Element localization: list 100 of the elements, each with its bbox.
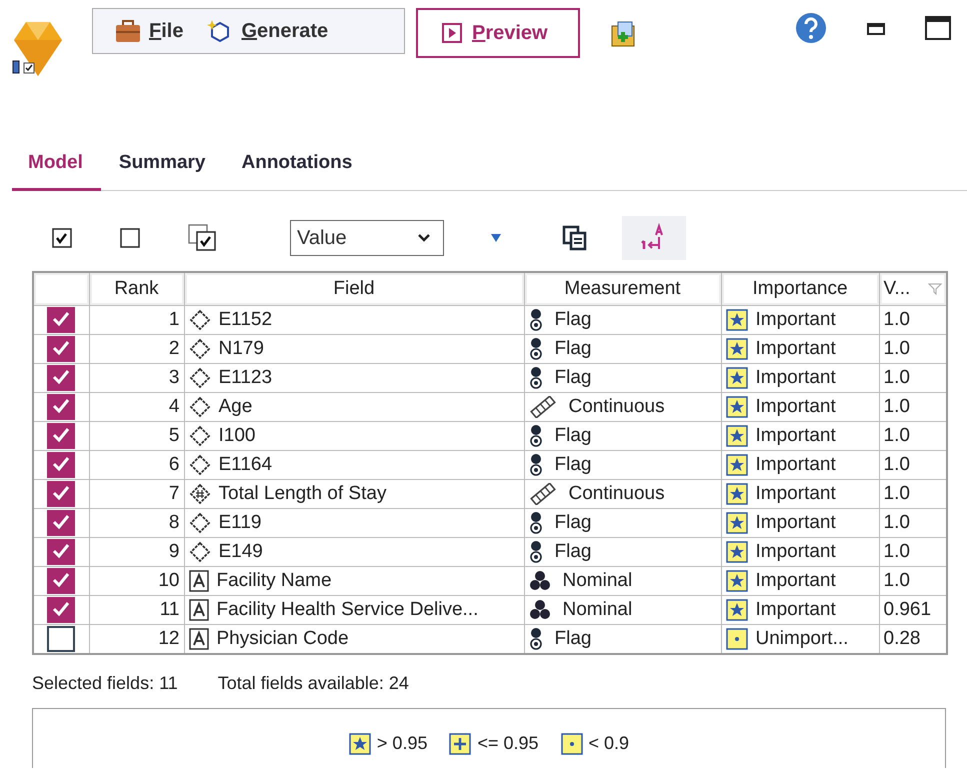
three-circles-icon [528,599,550,621]
rank-cell: 1 [89,306,184,334]
legend-label: < 0.9 [588,733,630,754]
rank-cell: 5 [89,422,184,450]
rank-cell: 11 [89,596,184,624]
row-checkbox[interactable] [47,568,76,594]
check-icon [51,426,72,444]
importance-label: Important [756,338,836,360]
row-checkbox[interactable] [47,423,76,449]
tab[interactable]: Model [12,152,101,191]
row-checkbox[interactable] [47,365,76,391]
measurement-label: Flag [554,628,592,650]
importance-label: Important [756,599,836,621]
sort-select[interactable]: Value [290,220,444,256]
column-header[interactable]: Importance [721,272,879,306]
flag-measure-icon [528,308,542,332]
row-checkbox[interactable] [47,597,76,623]
column-header[interactable]: Field [184,272,524,306]
plus-icon [449,732,472,754]
flag-measure-icon [528,337,542,361]
diamond-icon [188,512,210,534]
tab[interactable]: Annotations [224,152,370,191]
diamond-icon [188,309,210,331]
importance-label: Important [756,367,836,389]
row-checkbox[interactable] [47,539,76,565]
row-checkbox[interactable] [47,394,76,420]
rank-cell: 6 [89,450,184,480]
row-checkbox[interactable] [47,626,76,652]
measurement-label: Flag [554,541,592,563]
hash-diamond-icon [188,483,210,505]
field-name: Age [218,396,252,418]
flag-measure-icon [528,453,542,477]
help-icon[interactable] [795,12,827,44]
importance-label: Important [756,483,836,505]
importance-label: Important [756,309,836,331]
minimize-icon[interactable] [867,21,885,35]
check-icon [51,454,72,472]
tab[interactable]: Summary [100,152,224,191]
check-all-icon[interactable] [52,228,72,248]
flag-measure-icon [528,627,542,651]
letter-a-icon [188,599,208,621]
rank-cell: 7 [89,480,184,508]
letter-a-icon [188,570,208,592]
rank-cell: 9 [89,538,184,566]
field-name: I100 [218,425,256,447]
measurement-label: Nominal [562,599,632,621]
measurement-label: Flag [554,425,592,447]
copy-icon[interactable] [562,225,588,251]
filter-icon [928,283,942,295]
measurement-label: Flag [554,512,592,534]
row-checkbox[interactable] [47,481,76,507]
measurement-label: Flag [554,454,592,476]
check-icon [51,600,72,618]
letter-a-icon [188,628,208,650]
generate-button[interactable]: Generate [201,19,342,43]
column-header[interactable]: Measurement [524,272,721,306]
column-header[interactable]: V... [879,272,947,306]
importance-label: Important [756,541,836,563]
rank-cell: 4 [89,392,184,422]
row-checkbox[interactable] [47,307,76,333]
rank-cell: 3 [89,364,184,392]
field-name: E1152 [218,309,272,331]
importance-label: Important [756,512,836,534]
measurement-label: Nominal [562,570,632,592]
row-checkbox[interactable] [47,336,76,362]
measurement-label: Continuous [568,483,665,505]
importance-label: Important [756,396,836,418]
row-checkbox[interactable] [47,452,76,478]
selected-count: Selected fields: 11 [32,673,178,694]
file-button[interactable]: File [109,19,198,43]
measurement-label: Flag [554,367,592,389]
diamond-icon [188,454,210,476]
check-icon [51,512,72,530]
briefcase-icon [115,19,141,43]
rank-cell: 10 [89,566,184,596]
field-name: N179 [218,338,264,360]
field-name: Facility Name [216,570,332,592]
importance-label: Unimport... [756,628,848,650]
legend-label: <= 0.95 [477,733,539,754]
row-checkbox[interactable] [47,510,76,536]
check-icon [51,484,72,502]
uncheck-all-icon[interactable] [120,228,140,248]
preview-button[interactable]: Preview [416,8,580,58]
check-icon [51,570,72,588]
maximize-icon[interactable] [925,16,951,40]
flag-measure-icon [528,424,542,448]
filter-icon[interactable] [490,232,502,244]
sort-order-button[interactable] [622,216,686,260]
column-header[interactable]: Rank [89,272,184,306]
measurement-label: Continuous [568,396,665,418]
check-selected-icon[interactable] [188,224,218,252]
measurement-label: Flag [554,309,592,331]
importance-label: Important [756,425,836,447]
caret-icon [417,233,431,243]
legend-label: > 0.95 [376,733,428,754]
check-icon [51,310,72,328]
field-name: E119 [218,512,262,534]
field-name: E149 [218,541,263,563]
rank-cell: 2 [89,334,184,364]
flag-measure-icon [528,540,542,564]
